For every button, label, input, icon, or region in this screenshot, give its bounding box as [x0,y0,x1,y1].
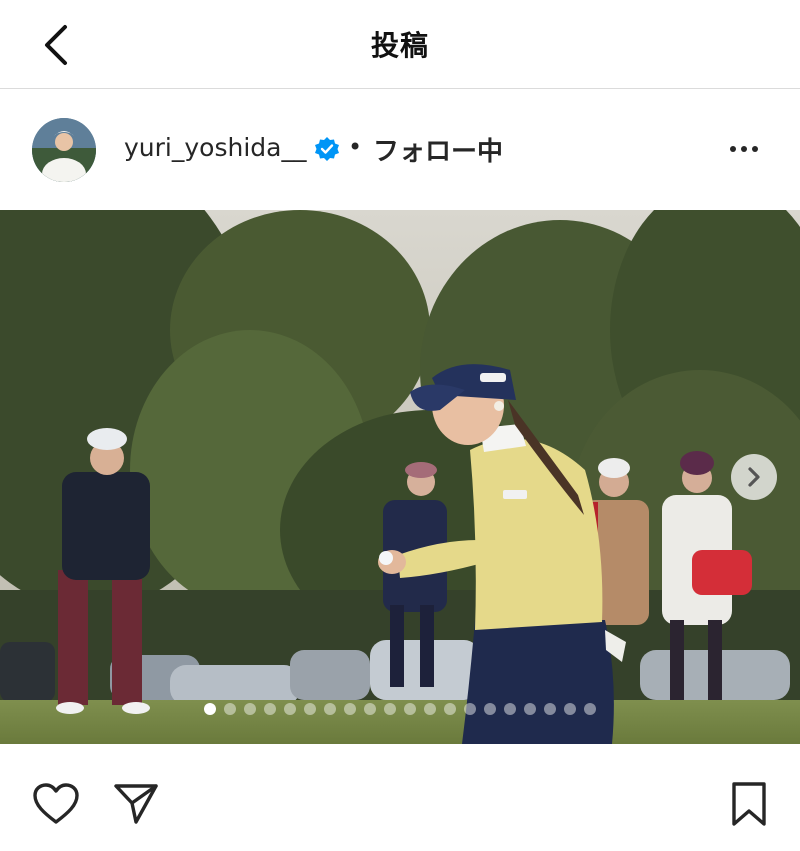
post-header: yuri_yoshida__ • フォロー中 [0,89,800,210]
carousel-dot [224,703,236,715]
next-slide-button[interactable] [731,454,777,500]
carousel-dot [484,703,496,715]
more-dot [730,146,736,152]
carousel-dot [504,703,516,715]
page-title: 投稿 [370,29,429,62]
heart-icon[interactable] [32,782,80,826]
top-bar: 投稿 [0,0,800,89]
carousel-dot [584,703,596,715]
carousel-dot [384,703,396,715]
carousel-dot [364,703,376,715]
carousel-dot [544,703,556,715]
carousel-dot [424,703,436,715]
more-dot [741,146,747,152]
separator-dot: • [348,133,363,161]
bookmark-icon[interactable] [730,781,768,827]
chevron-right-icon [748,467,760,487]
username[interactable]: yuri_yoshida__ [124,133,306,162]
post-image[interactable] [0,210,800,744]
verified-badge-icon [315,137,339,161]
send-icon[interactable] [112,782,160,826]
carousel-dot [404,703,416,715]
carousel-dot [464,703,476,715]
carousel-dot [264,703,276,715]
carousel-dot [344,703,356,715]
more-dot [752,146,758,152]
carousel-dot [324,703,336,715]
action-bar [0,744,800,851]
carousel-dot [244,703,256,715]
more-options-button[interactable] [722,134,766,164]
carousel-dot [284,703,296,715]
carousel-indicator [0,703,800,715]
following-button[interactable]: フォロー中 [373,131,503,168]
avatar[interactable] [32,118,96,182]
carousel-dot [564,703,576,715]
carousel-dot [444,703,456,715]
carousel-dot [524,703,536,715]
carousel-dot [204,703,216,715]
carousel-dot [304,703,316,715]
